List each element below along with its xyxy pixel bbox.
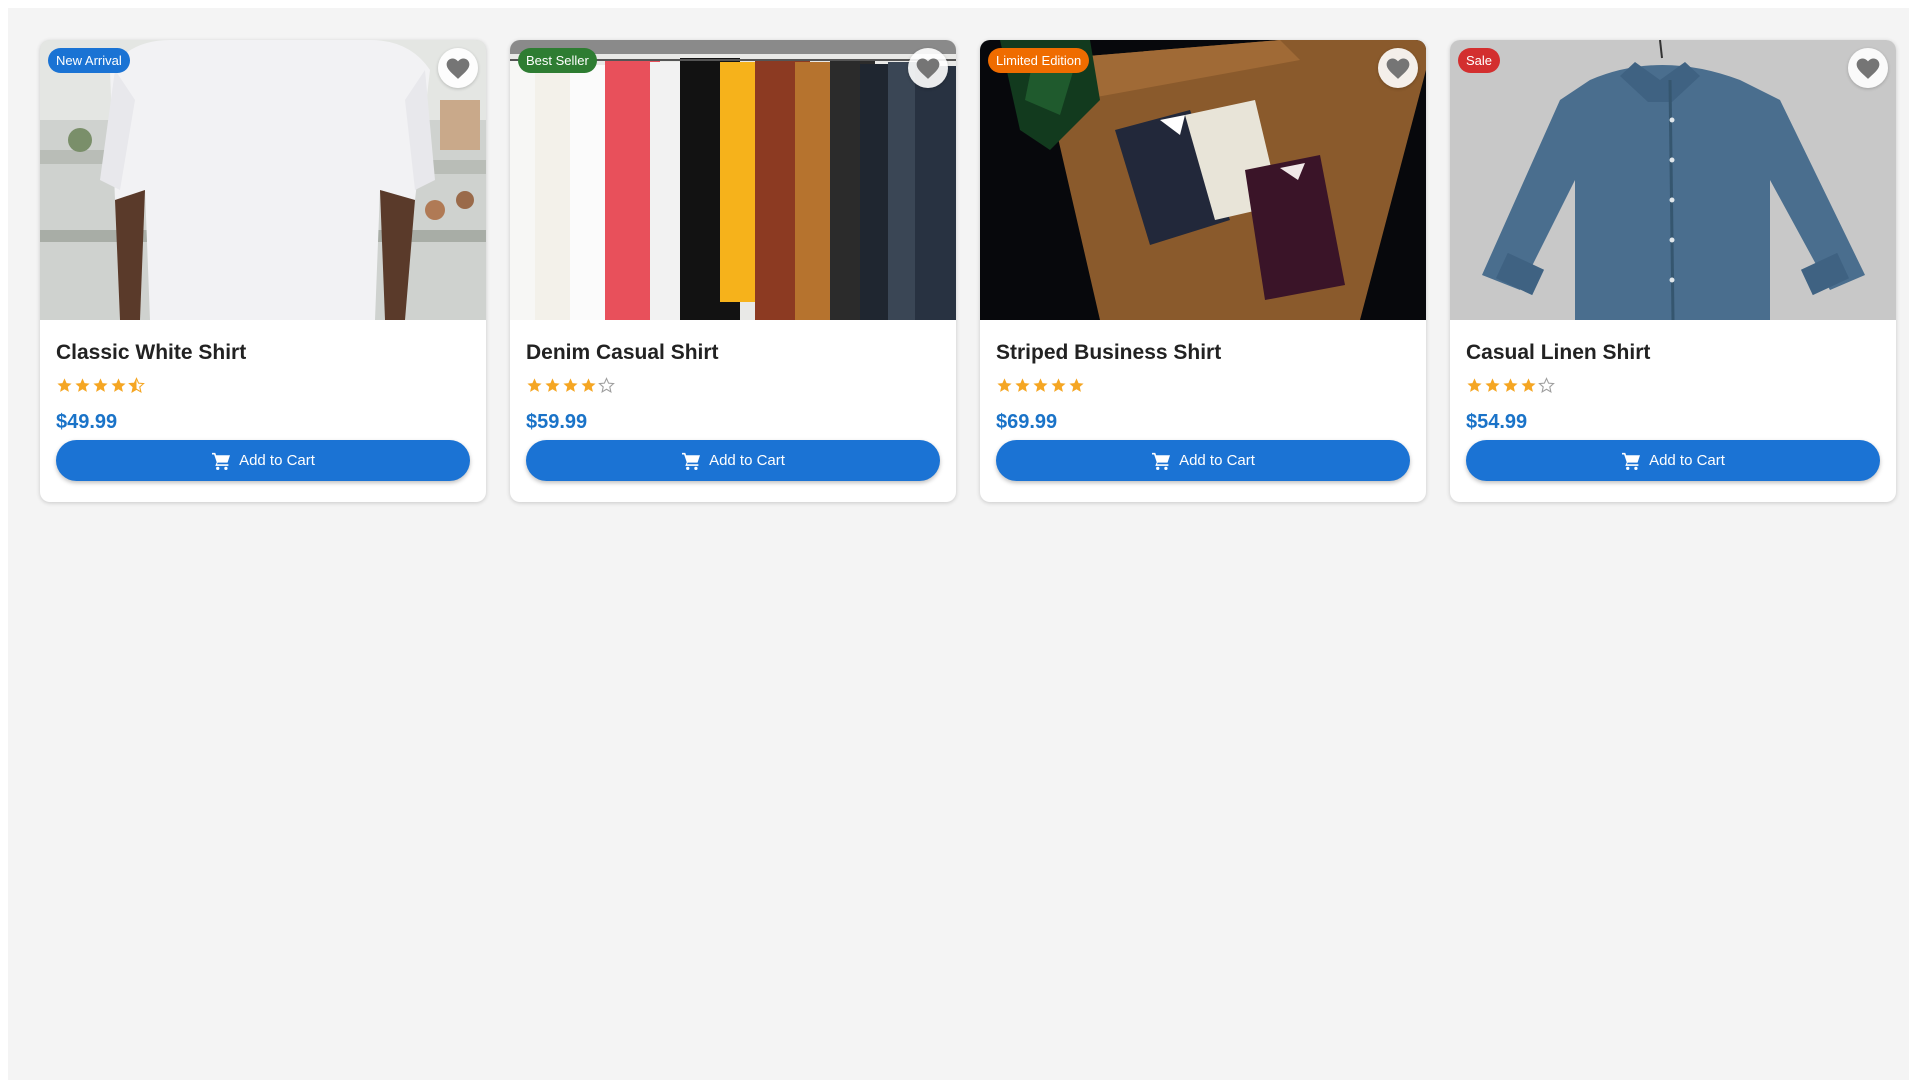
product-price: $69.99 [996, 411, 1058, 433]
add-to-cart-button[interactable]: Add to Cart [1466, 440, 1880, 481]
star-full-icon [1051, 377, 1066, 392]
star-half-icon [128, 376, 145, 393]
product-price: $59.99 [526, 411, 588, 433]
denim-shirt-photo [1450, 40, 1896, 320]
product-badge: Limited Edition [988, 48, 1090, 73]
cart-icon [1622, 452, 1641, 470]
product-title[interactable]: Striped Business Shirt [996, 340, 1410, 366]
add-to-cart-label: Add to Cart [709, 452, 785, 469]
heart-icon [916, 58, 940, 79]
star-full-icon [1069, 377, 1084, 392]
product-badge: Best Seller [518, 48, 597, 73]
cart-icon [1152, 452, 1171, 470]
star-rating [1466, 374, 1880, 396]
page-background: New Arrival Classic White Shirt $49.99 A… [8, 8, 1909, 1080]
product-price: $49.99 [56, 411, 118, 433]
product-badge: New Arrival [48, 48, 130, 73]
product-image[interactable]: Best Seller [510, 40, 956, 320]
star-full-icon [1485, 377, 1500, 392]
cart-icon [212, 452, 231, 470]
star-full-icon [563, 377, 578, 392]
heart-icon [1386, 58, 1410, 79]
add-to-cart-button[interactable]: Add to Cart [56, 440, 470, 481]
add-to-cart-label: Add to Cart [1179, 452, 1255, 469]
product-card[interactable]: New Arrival Classic White Shirt $49.99 A… [40, 40, 486, 502]
star-full-icon [111, 377, 126, 392]
product-image[interactable]: New Arrival [40, 40, 486, 320]
favorite-button[interactable] [1848, 48, 1888, 88]
product-card[interactable]: Limited Edition Striped Business Shirt $… [980, 40, 1426, 502]
product-title[interactable]: Denim Casual Shirt [526, 340, 940, 366]
product-card[interactable]: Best Seller Denim Casual Shirt $59.99 Ad… [510, 40, 956, 502]
star-rating [996, 374, 1410, 396]
star-empty-icon [598, 376, 615, 393]
product-price: $54.99 [1466, 411, 1528, 433]
folded-shirts-on-table-photo [980, 40, 1426, 320]
product-image[interactable]: Sale [1450, 40, 1896, 320]
star-full-icon [1015, 377, 1030, 392]
product-card[interactable]: Sale Casual Linen Shirt $54.99 Add to Ca… [1450, 40, 1896, 502]
heart-icon [446, 58, 470, 79]
star-full-icon [581, 377, 596, 392]
star-full-icon [1033, 377, 1048, 392]
product-image[interactable]: Limited Edition [980, 40, 1426, 320]
add-to-cart-label: Add to Cart [239, 452, 315, 469]
product-badge: Sale [1458, 48, 1501, 73]
star-full-icon [1521, 377, 1536, 392]
star-full-icon [75, 377, 90, 392]
white-tshirt-photo [40, 40, 486, 320]
star-full-icon [527, 377, 542, 392]
star-full-icon [997, 377, 1012, 392]
star-empty-icon [1538, 376, 1555, 393]
product-grid: New Arrival Classic White Shirt $49.99 A… [40, 40, 1896, 502]
product-title[interactable]: Casual Linen Shirt [1466, 340, 1880, 366]
cart-icon [682, 452, 701, 470]
add-to-cart-button[interactable]: Add to Cart [996, 440, 1410, 481]
shirts-on-rack-photo [510, 40, 956, 320]
add-to-cart-label: Add to Cart [1649, 452, 1725, 469]
star-full-icon [1467, 377, 1482, 392]
favorite-button[interactable] [1378, 48, 1418, 88]
heart-icon [1856, 58, 1880, 79]
favorite-button[interactable] [438, 48, 478, 88]
star-rating [526, 374, 940, 396]
star-full-icon [1503, 377, 1518, 392]
star-rating [56, 374, 470, 396]
add-to-cart-button[interactable]: Add to Cart [526, 440, 940, 481]
star-full-icon [93, 377, 108, 392]
favorite-button[interactable] [908, 48, 948, 88]
star-full-icon [57, 377, 72, 392]
product-title[interactable]: Classic White Shirt [56, 340, 470, 366]
star-full-icon [545, 377, 560, 392]
